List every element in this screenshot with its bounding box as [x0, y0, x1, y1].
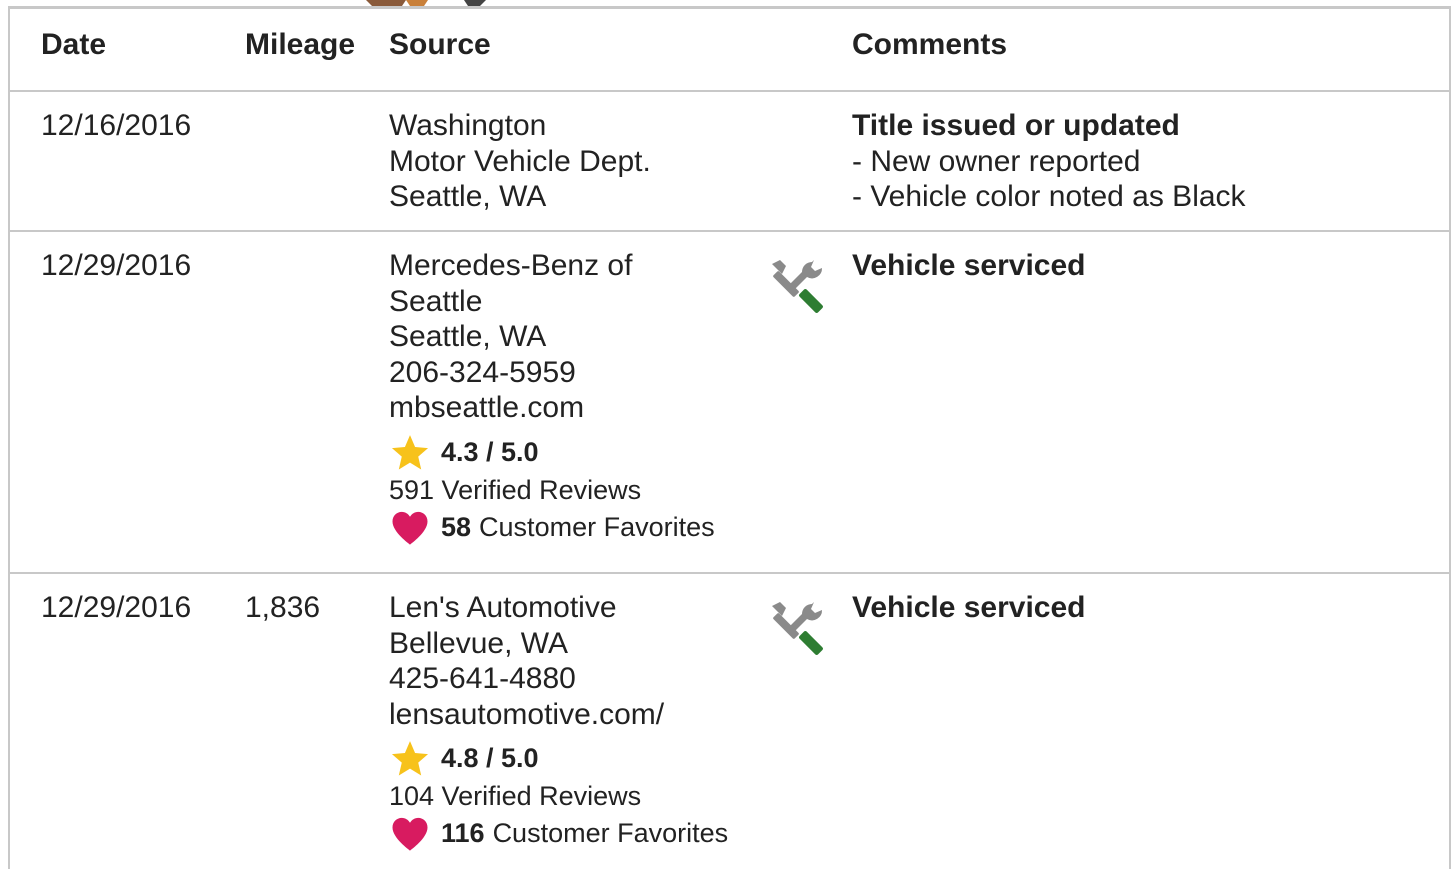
source-location: Seattle, WA	[389, 180, 547, 213]
comment-title: Title issued or updated	[852, 109, 1180, 142]
favorites-count: 58	[441, 511, 472, 542]
date-cell: 12/29/2016	[41, 249, 192, 282]
comments-cell: Title issued or updated - New owner repo…	[852, 108, 1246, 215]
column-header-date: Date	[41, 28, 107, 61]
favorites-label: Customer Favorites	[479, 511, 715, 542]
service-tools-icon	[772, 260, 823, 313]
verified-reviews-link[interactable]: 104 Verified Reviews	[389, 778, 728, 814]
rating-value: 4.3 / 5.0	[441, 436, 539, 467]
comment-item: - New owner reported	[852, 144, 1141, 178]
customer-favorites: 116 Customer Favorites	[389, 814, 728, 854]
source-location: Seattle, WA	[389, 320, 547, 353]
source-name-line-2: Motor Vehicle Dept.	[389, 144, 651, 178]
rating: 4.3 / 5.0	[389, 434, 715, 472]
verified-reviews-link[interactable]: 591 Verified Reviews	[389, 472, 715, 508]
source-cell: Len's Automotive Bellevue, WA 425-641-48…	[389, 590, 728, 854]
source-phone: 206-324-5959	[389, 355, 576, 389]
column-header-mileage: Mileage	[245, 28, 356, 61]
column-header-source: Source	[389, 28, 491, 61]
source-website-link[interactable]: lensautomotive.com/	[389, 697, 728, 733]
rating: 4.8 / 5.0	[389, 740, 728, 778]
rating-value: 4.8 / 5.0	[441, 743, 539, 774]
mileage-cell: 1,836	[245, 591, 321, 624]
star-icon	[391, 434, 429, 469]
comment-title: Vehicle serviced	[852, 249, 1086, 282]
vehicle-history-table: Date Mileage Source Comments 12/16/2016 …	[8, 9, 1451, 869]
heart-icon	[392, 817, 428, 851]
comment-item: - Vehicle color noted as Black	[852, 180, 1246, 213]
source-phone: 425-641-4880	[389, 662, 576, 695]
source-name[interactable]: Len's Automotive	[389, 590, 728, 626]
table-row: 12/16/2016 Washington Motor Vehicle Dept…	[10, 92, 1449, 232]
column-header-comments: Comments	[852, 28, 1008, 61]
source-location: Bellevue, WA	[389, 626, 568, 660]
source-name-line-2[interactable]: Seattle	[389, 284, 715, 320]
top-divider	[8, 0, 1451, 9]
table-row: 12/29/2016 Mercedes-Benz of Seattle Seat…	[10, 232, 1449, 574]
customer-favorites: 58 Customer Favorites	[389, 508, 715, 548]
date-cell: 12/29/2016	[41, 591, 192, 624]
header-image-fragment	[366, 0, 486, 6]
source-name: Washington	[389, 109, 547, 142]
table-row: 12/29/2016 1,836 Len's Automotive Bellev…	[10, 574, 1449, 869]
comments-cell: Vehicle serviced	[852, 248, 1086, 284]
source-cell: Washington Motor Vehicle Dept. Seattle, …	[389, 108, 651, 215]
heart-icon	[392, 511, 428, 545]
source-name[interactable]: Mercedes-Benz of	[389, 248, 715, 284]
table-header-row: Date Mileage Source Comments	[10, 9, 1449, 92]
comment-title: Vehicle serviced	[852, 591, 1086, 624]
comments-cell: Vehicle serviced	[852, 590, 1086, 626]
star-icon	[391, 741, 429, 776]
favorites-count: 116	[441, 818, 485, 849]
favorites-label: Customer Favorites	[492, 818, 729, 849]
source-website-link[interactable]: mbseattle.com	[389, 390, 715, 426]
source-cell: Mercedes-Benz of Seattle Seattle, WA 206…	[389, 248, 715, 548]
service-tools-icon	[772, 602, 823, 655]
date-cell: 12/16/2016	[41, 109, 192, 142]
